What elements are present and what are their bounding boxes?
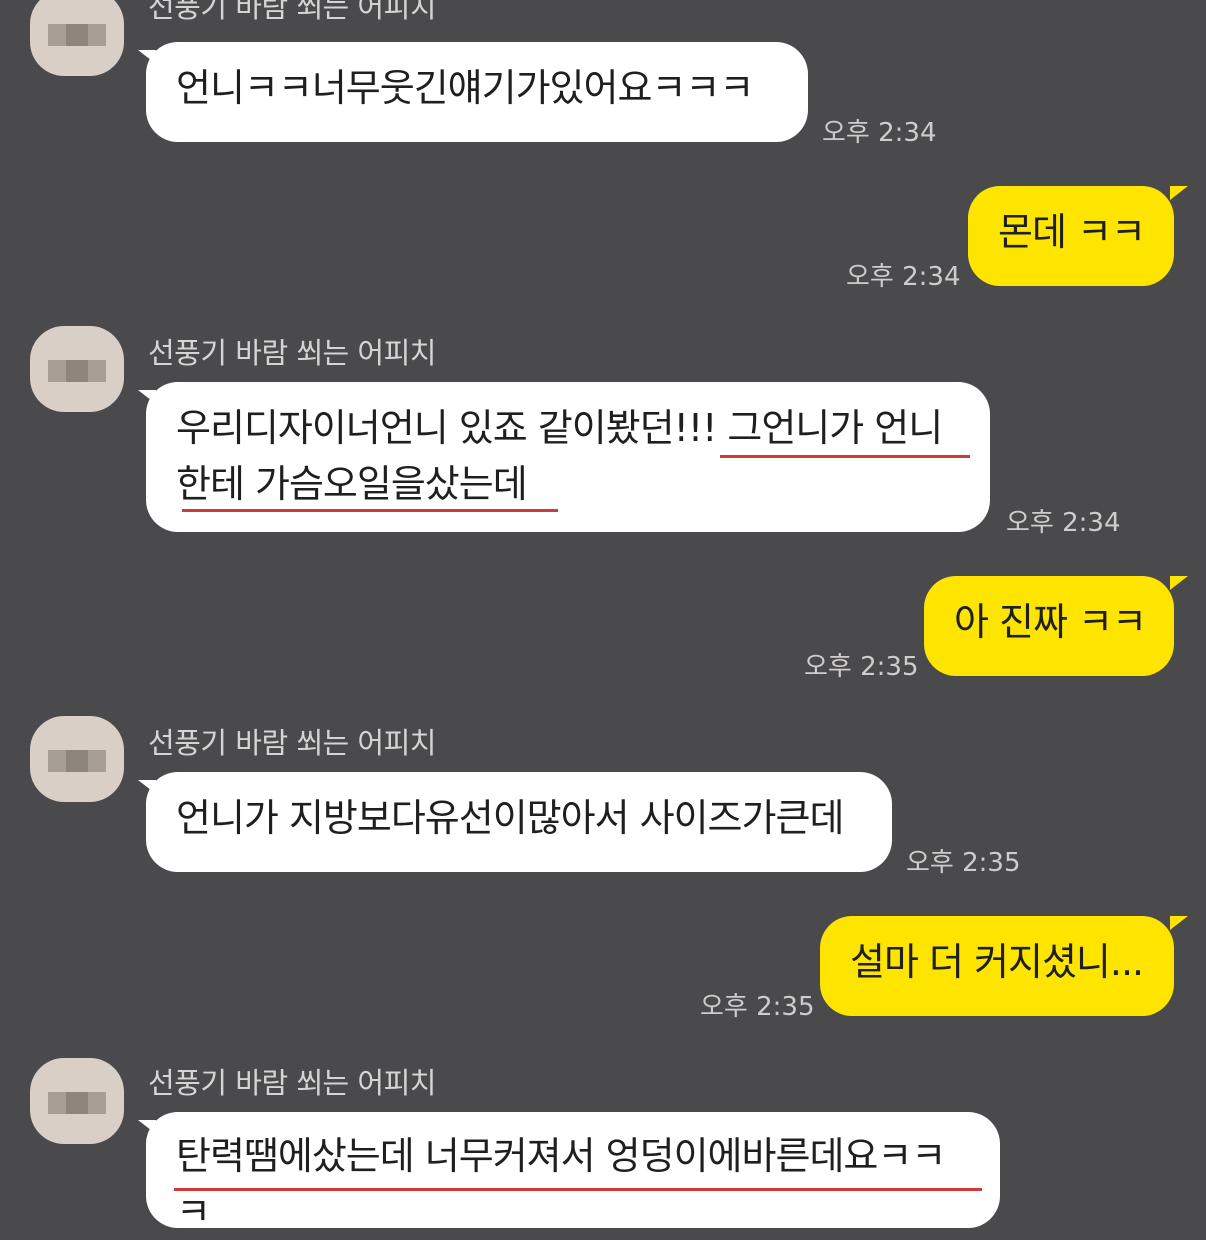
message-time: 오후 2:34 [846, 262, 961, 292]
message-text-line1: 우리디자이너언니 있죠 같이봤던!!! 그언니가 언니 [176, 406, 943, 450]
message-time: 오후 2:35 [700, 992, 815, 1022]
message-bubble-incoming[interactable]: 탄력땜에샀는데 너무커져서 엉덩이에바른데요ㅋㅋ ㅋ [146, 1112, 1000, 1234]
sender-name: 선풍기 바람 쐬는 어피치 [148, 0, 436, 24]
message-bubble-outgoing[interactable]: 몬데 ㅋㅋ [968, 186, 1174, 286]
sender-name: 선풍기 바람 쐬는 어피치 [148, 726, 436, 760]
bubble-tail [1170, 186, 1188, 200]
message-time: 오후 2:34 [1006, 508, 1121, 538]
message-text: 언니가 지방보다유선이많아서 사이즈가큰데 [176, 796, 844, 840]
underline-mark [182, 509, 558, 512]
bubble-tail [1170, 916, 1188, 930]
avatar-icon[interactable] [30, 716, 124, 802]
bubble-tail [1170, 576, 1188, 590]
avatar-icon[interactable] [30, 326, 124, 412]
sender-name: 선풍기 바람 쐬는 어피치 [148, 336, 436, 370]
message-bubble-incoming[interactable]: 언니ㅋㅋ너무웃긴얘기가있어요ㅋㅋㅋ [146, 42, 808, 142]
message-text: 몬데 ㅋㅋ [998, 210, 1146, 254]
underline-mark [720, 455, 970, 458]
sender-name: 선풍기 바람 쐬는 어피치 [148, 1066, 436, 1100]
avatar-icon[interactable] [30, 0, 124, 76]
message-bubble-incoming[interactable]: 언니가 지방보다유선이많아서 사이즈가큰데 [146, 772, 892, 872]
message-text: 아 진짜 ㅋㅋ [954, 600, 1147, 644]
avatar-icon[interactable] [30, 1058, 124, 1144]
message-time: 오후 2:35 [906, 848, 1021, 878]
message-text-line1: 탄력땜에샀는데 너무커져서 엉덩이에바른데요ㅋㅋ [176, 1134, 946, 1178]
message-time: 오후 2:35 [804, 652, 919, 682]
message-bubble-outgoing[interactable]: 설마 더 커지셨니... [820, 916, 1174, 1016]
underline-mark [174, 1188, 982, 1191]
message-text-line2: ㅋ [176, 1190, 211, 1234]
message-time: 오후 2:34 [822, 118, 937, 148]
message-text: 설마 더 커지셨니... [850, 940, 1144, 984]
message-bubble-outgoing[interactable]: 아 진짜 ㅋㅋ [924, 576, 1174, 676]
message-text-line2: 한테 가슴오일을샀는데 [176, 462, 528, 506]
message-text: 언니ㅋㅋ너무웃긴얘기가있어요ㅋㅋㅋ [176, 66, 754, 110]
